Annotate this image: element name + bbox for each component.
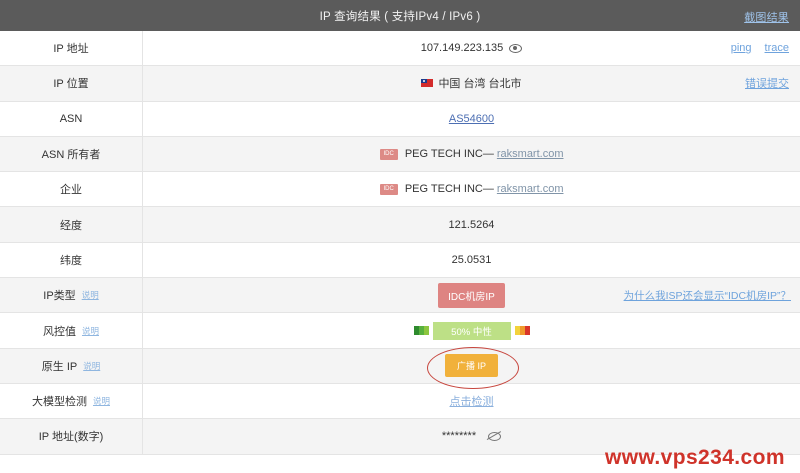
label-ip-address: IP 地址 <box>0 31 143 66</box>
asn-owner-domain-link[interactable]: raksmart.com <box>497 148 564 160</box>
label-latitude: 纬度 <box>0 242 143 278</box>
label-llm-detect: 大模型检测 说明 <box>0 383 143 419</box>
risk-score-bar: 50% 中性 <box>432 321 511 340</box>
label-asn: ASN <box>0 101 143 136</box>
label-longitude: 经度 <box>0 207 143 242</box>
risk-help-link[interactable]: 说明 <box>82 325 99 337</box>
row-asn-owner: ASN 所有者 IDC PEG TECH INC— raksmart.com <box>0 136 800 173</box>
page-title: IP 查询结果 ( 支持IPv4 / IPv6 ) <box>319 10 481 23</box>
value-asn-owner: IDC PEG TECH INC— raksmart.com <box>143 137 800 171</box>
report-error-link[interactable]: 错误提交 <box>745 75 789 91</box>
ip-type-help-link[interactable]: 说明 <box>82 289 99 301</box>
watermark: www.vps234.com <box>605 446 785 469</box>
idc-tag: IDC <box>379 148 398 160</box>
llm-help-link[interactable]: 说明 <box>93 395 110 407</box>
label-native-ip: 原生 IP 说明 <box>0 348 143 383</box>
result-header: IP 查询结果 ( 支持IPv4 / IPv6 ) 截图结果 <box>0 0 800 31</box>
label-ip-location: IP 位置 <box>0 66 143 101</box>
value-longitude: 121.5264 <box>143 207 800 241</box>
value-ip-address: 107.149.223.135 <box>143 31 800 65</box>
idc-ip-badge: IDC机房IP <box>438 282 505 308</box>
label-asn-owner: ASN 所有者 <box>0 136 143 172</box>
row-ip-type: IP类型 说明 IDC机房IP 为什么我ISP还会显示“IDC机房IP”？ <box>0 278 800 314</box>
asn-link[interactable]: AS54600 <box>449 113 494 125</box>
ip-numeric-masked: ******** <box>441 430 477 443</box>
risk-low-segments <box>413 326 429 336</box>
longitude-text: 121.5264 <box>448 218 495 231</box>
value-asn: AS54600 <box>143 102 800 136</box>
trace-link[interactable]: trace <box>765 42 789 54</box>
why-idc-link[interactable]: 为什么我ISP还会显示“IDC机房IP”？ <box>624 278 791 312</box>
ping-link[interactable]: ping <box>731 42 752 54</box>
label-company: 企业 <box>0 172 143 207</box>
ip-tools: ping trace <box>731 31 789 65</box>
idc-tag: IDC <box>379 183 398 195</box>
label-ip-numeric: IP 地址(数字) <box>0 419 143 454</box>
value-ip-location: 中国 台湾 台北市 <box>143 66 800 100</box>
screenshot-link[interactable]: 截图结果 <box>744 9 789 25</box>
row-latitude: 纬度 25.0531 <box>0 242 800 279</box>
value-company: IDC PEG TECH INC— raksmart.com <box>143 172 800 206</box>
asn-owner-name: PEG TECH INC— <box>404 148 494 161</box>
taiwan-flag-icon <box>421 79 434 88</box>
native-help-link[interactable]: 说明 <box>83 360 100 372</box>
company-name: PEG TECH INC— <box>404 183 494 196</box>
risk-meter: 50% 中性 <box>413 321 530 340</box>
label-ip-type: IP类型 说明 <box>0 278 143 313</box>
company-domain-link[interactable]: raksmart.com <box>497 183 564 195</box>
row-asn: ASN AS54600 <box>0 101 800 137</box>
row-company: 企业 IDC PEG TECH INC— raksmart.com <box>0 172 800 208</box>
row-ip-address: IP 地址 107.149.223.135 ping trace <box>0 31 800 67</box>
ip-result-table: IP 地址 107.149.223.135 ping trace IP 位置 中… <box>0 31 800 455</box>
row-ip-location: IP 位置 中国 台湾 台北市 错误提交 <box>0 66 800 102</box>
location-tools: 错误提交 <box>745 66 789 100</box>
label-risk-score: 风控值 说明 <box>0 313 143 348</box>
row-llm-detect: 大模型检测 说明 点击检测 <box>0 383 800 420</box>
value-latitude: 25.0531 <box>143 243 800 277</box>
location-text: 中国 台湾 台北市 <box>438 78 522 91</box>
eye-icon[interactable] <box>509 43 523 53</box>
risk-high-segments <box>514 326 530 336</box>
row-native-ip: 原生 IP 说明 广播 IP <box>0 348 800 384</box>
ip-address-text: 107.149.223.135 <box>420 42 504 55</box>
row-longitude: 经度 121.5264 <box>0 207 800 243</box>
click-detect-link[interactable]: 点击检测 <box>450 393 494 409</box>
value-llm-detect: 点击检测 <box>143 384 800 418</box>
eye-off-icon[interactable] <box>488 431 502 441</box>
value-risk-score: 50% 中性 <box>143 313 800 347</box>
row-risk-score: 风控值 说明 50% 中性 <box>0 313 800 349</box>
highlight-circle <box>427 347 519 389</box>
latitude-text: 25.0531 <box>451 253 492 266</box>
